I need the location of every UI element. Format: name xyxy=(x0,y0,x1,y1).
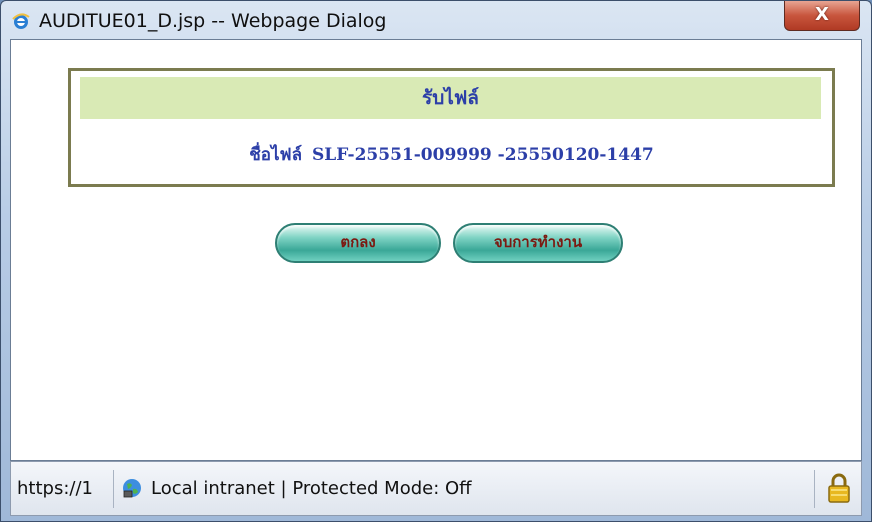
dialog-content: รับไฟล์ ชื่อไฟล์ SLF-25551-009999 -255501… xyxy=(10,39,862,461)
file-name-line: ชื่อไฟล์ SLF-25551-009999 -25550120-1447 xyxy=(71,141,832,168)
file-receive-panel: รับไฟล์ ชื่อไฟล์ SLF-25551-009999 -255501… xyxy=(68,68,835,187)
window-title: AUDITUE01_D.jsp -- Webpage Dialog xyxy=(39,10,387,32)
security-zone-text[interactable]: Local intranet | Protected Mode: Off xyxy=(151,478,472,499)
status-divider xyxy=(113,470,114,508)
close-button[interactable]: X xyxy=(784,1,860,31)
status-bar: https://1 Local intranet | Protected Mod… xyxy=(10,461,862,516)
close-icon: X xyxy=(815,4,829,25)
status-url: https://1 xyxy=(17,478,93,499)
file-name-label: ชื่อไฟล์ xyxy=(249,145,302,165)
file-name-value: SLF-25551-009999 -25550120-1447 xyxy=(312,145,654,165)
exit-button[interactable]: จบการทำงาน xyxy=(453,223,623,263)
ie-icon xyxy=(12,13,30,29)
panel-header: รับไฟล์ xyxy=(80,77,821,119)
ok-button[interactable]: ตกลง xyxy=(275,223,441,263)
status-divider xyxy=(814,470,815,508)
dialog-window: AUDITUE01_D.jsp -- Webpage Dialog X รับไ… xyxy=(0,0,872,522)
lock-icon[interactable] xyxy=(826,472,852,504)
title-bar[interactable]: AUDITUE01_D.jsp -- Webpage Dialog X xyxy=(1,1,871,39)
globe-icon xyxy=(123,479,141,498)
